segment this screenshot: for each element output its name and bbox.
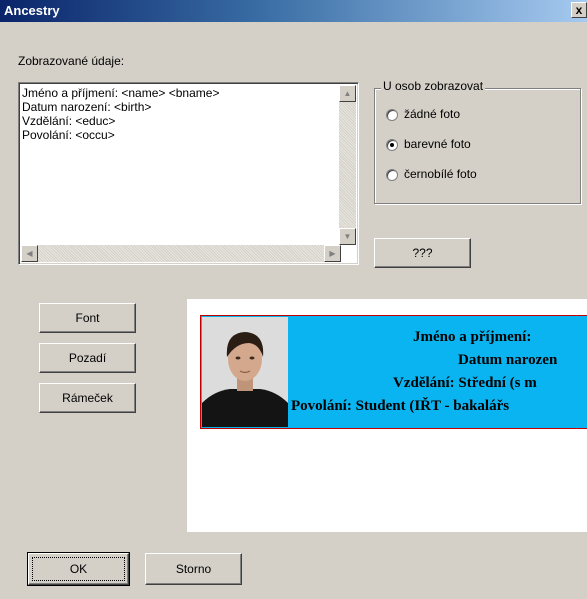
radio-label: černobílé foto — [404, 167, 477, 181]
horizontal-scrollbar[interactable]: ◀ ▶ — [21, 245, 341, 262]
card-line-birth: Datum narozen — [458, 352, 558, 368]
radio-no-photo[interactable]: žádné foto — [386, 107, 460, 121]
photo-group-title: U osob zobrazovat — [381, 79, 486, 93]
window-title: Ancestry — [4, 3, 60, 18]
radio-label: žádné foto — [404, 107, 461, 121]
focus-outline — [32, 557, 125, 581]
portrait-icon — [202, 317, 288, 427]
template-line: Povolání: <occu> — [22, 128, 115, 142]
close-icon[interactable]: x — [571, 2, 587, 18]
scroll-down-icon[interactable]: ▼ — [339, 228, 356, 245]
radio-icon[interactable] — [386, 168, 398, 181]
template-text[interactable]: Jméno a příjmení: <name> <bname> Datum n… — [22, 86, 219, 142]
radio-label: barevné foto — [404, 137, 471, 151]
window-titlebar: Ancestry x — [0, 0, 587, 22]
radio-bw-photo[interactable]: černobílé foto — [386, 167, 477, 181]
ok-button[interactable]: OK — [27, 552, 130, 586]
frame-button[interactable]: Rámeček — [39, 383, 136, 413]
template-line: Vzdělání: <educ> — [22, 114, 116, 128]
person-photo — [202, 317, 288, 427]
radio-checked-icon[interactable] — [386, 138, 398, 151]
cancel-button[interactable]: Storno — [145, 553, 242, 585]
background-button[interactable]: Pozadí — [39, 343, 136, 373]
template-line: Jméno a příjmení: <name> <bname> — [22, 86, 220, 100]
template-listbox[interactable]: Jméno a příjmení: <name> <bname> Datum n… — [18, 82, 359, 265]
font-button[interactable]: Font — [39, 303, 136, 333]
preview-panel: Jméno a příjmení: Datum narozen Vzdělání… — [187, 299, 587, 532]
radio-color-photo[interactable]: barevné foto — [386, 137, 471, 151]
scroll-left-icon[interactable]: ◀ — [21, 245, 38, 262]
card-text: Jméno a příjmení: Datum narozen Vzdělání… — [291, 326, 587, 418]
help-button[interactable]: ??? — [374, 238, 471, 268]
template-line: Datum narození: <birth> — [22, 100, 152, 114]
card-line-occupation: Povolání: Student (IŘT - bakalářs — [291, 398, 510, 414]
displayed-data-label: Zobrazované údaje: — [18, 54, 125, 68]
scroll-right-icon[interactable]: ▶ — [324, 245, 341, 262]
vertical-scrollbar[interactable]: ▲ ▼ — [339, 85, 356, 245]
person-card: Jméno a příjmení: Datum narozen Vzdělání… — [200, 315, 587, 429]
card-line-name: Jméno a příjmení: — [413, 329, 532, 345]
card-line-education: Vzdělání: Střední (s m — [393, 375, 537, 391]
radio-icon[interactable] — [386, 108, 398, 121]
scroll-up-icon[interactable]: ▲ — [339, 85, 356, 102]
